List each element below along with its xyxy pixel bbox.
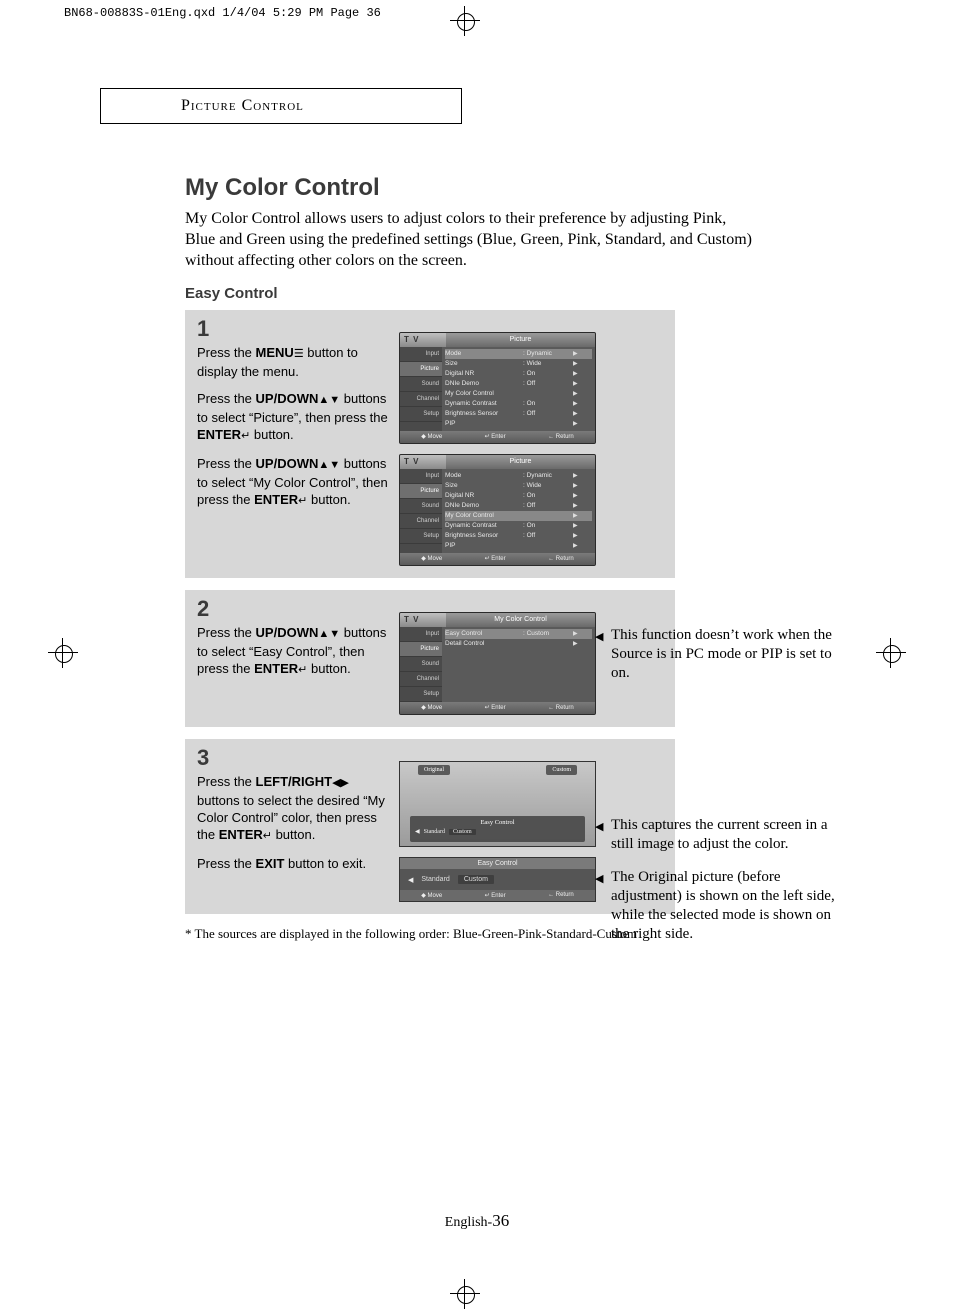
step-number: 3 — [197, 745, 389, 771]
page-title: My Color Control — [185, 174, 860, 202]
side-note-1: This function doesn’t work when the Sour… — [595, 626, 835, 697]
step1-line3: Press the UP/DOWN▲▼ buttons to select “M… — [197, 455, 389, 510]
menu-icon: ☰ — [294, 348, 304, 360]
step2-line1: Press the UP/DOWN▲▼ buttons to select “E… — [197, 624, 389, 679]
crop-mark-top — [450, 6, 480, 36]
step-number: 2 — [197, 596, 389, 622]
enter-icon: ↵ — [241, 430, 250, 442]
crop-mark-left — [48, 638, 78, 668]
section-subhead: Easy Control — [185, 285, 860, 302]
crop-mark-right — [876, 638, 906, 668]
osd-screenshot-picture-menu-mcc-selected: T VPicture Input Picture Sound Channel S… — [399, 454, 596, 566]
side-note-2: This captures the current screen in a st… — [595, 816, 835, 958]
enter-icon: ↵ — [298, 664, 307, 676]
step-number: 1 — [197, 316, 389, 342]
step3-line2: Press the EXIT button to exit. — [197, 855, 389, 872]
print-slug: BN68-00883S-01Eng.qxd 1/4/04 5:29 PM Pag… — [64, 6, 381, 20]
updown-icon: ▲▼ — [318, 628, 340, 640]
crop-mark-bottom — [450, 1279, 480, 1309]
intro-paragraph: My Color Control allows users to adjust … — [185, 208, 755, 271]
page-number: English-36 — [0, 1211, 954, 1231]
step1-line2: Press the UP/DOWN▲▼ buttons to select “P… — [197, 390, 389, 445]
enter-icon: ↵ — [263, 830, 272, 842]
updown-icon: ▲▼ — [318, 459, 340, 471]
step1-line1: Press the MENU☰ button to display the me… — [197, 344, 389, 380]
osd-screenshot-picture-menu: T VPicture Input Picture Sound Channel S… — [399, 332, 596, 444]
enter-icon: ↵ — [298, 495, 307, 507]
chapter-heading: Picture Control — [100, 88, 462, 124]
step-1: 1 Press the MENU☰ button to display the … — [185, 310, 675, 578]
leftright-icon: ◀▶ — [332, 777, 349, 789]
updown-icon: ▲▼ — [318, 394, 340, 406]
osd-screenshot-mcc-menu: T VMy Color Control Input Picture Sound … — [399, 612, 596, 715]
osd-screenshot-easycontrol-bar: Easy Control ◀StandardCustom ◆ Move↵ Ent… — [399, 857, 596, 902]
osd-screenshot-compare: Original Custom Easy Control ◀StandardCu… — [399, 761, 596, 847]
step3-line1: Press the LEFT/RIGHT◀▶ buttons to select… — [197, 773, 389, 845]
